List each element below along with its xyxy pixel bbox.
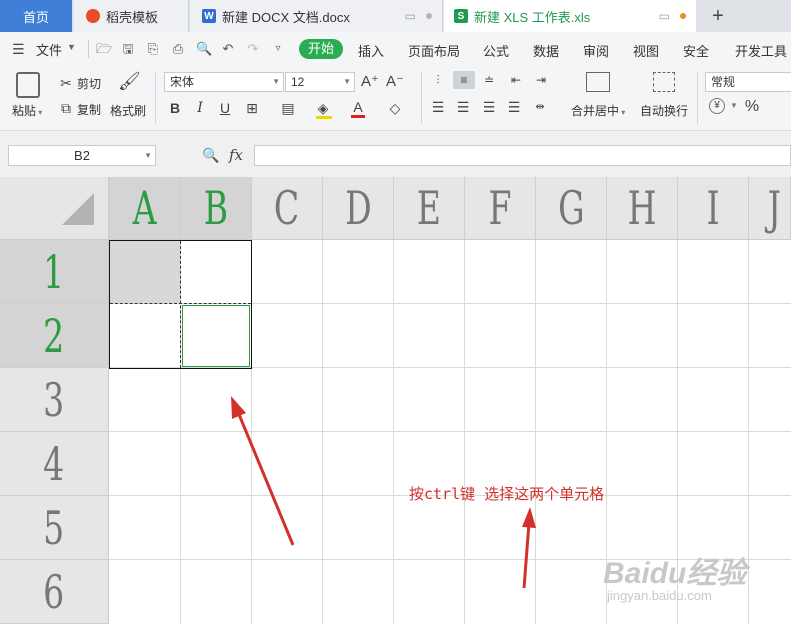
annotation-text: 按ctrl键 选择这两个单元格 <box>409 485 605 503</box>
annotation-arrows <box>231 396 536 589</box>
baidu-watermark: Baidu经验 <box>603 557 747 590</box>
baidu-watermark-url: jingyan.baidu.com <box>607 588 712 603</box>
